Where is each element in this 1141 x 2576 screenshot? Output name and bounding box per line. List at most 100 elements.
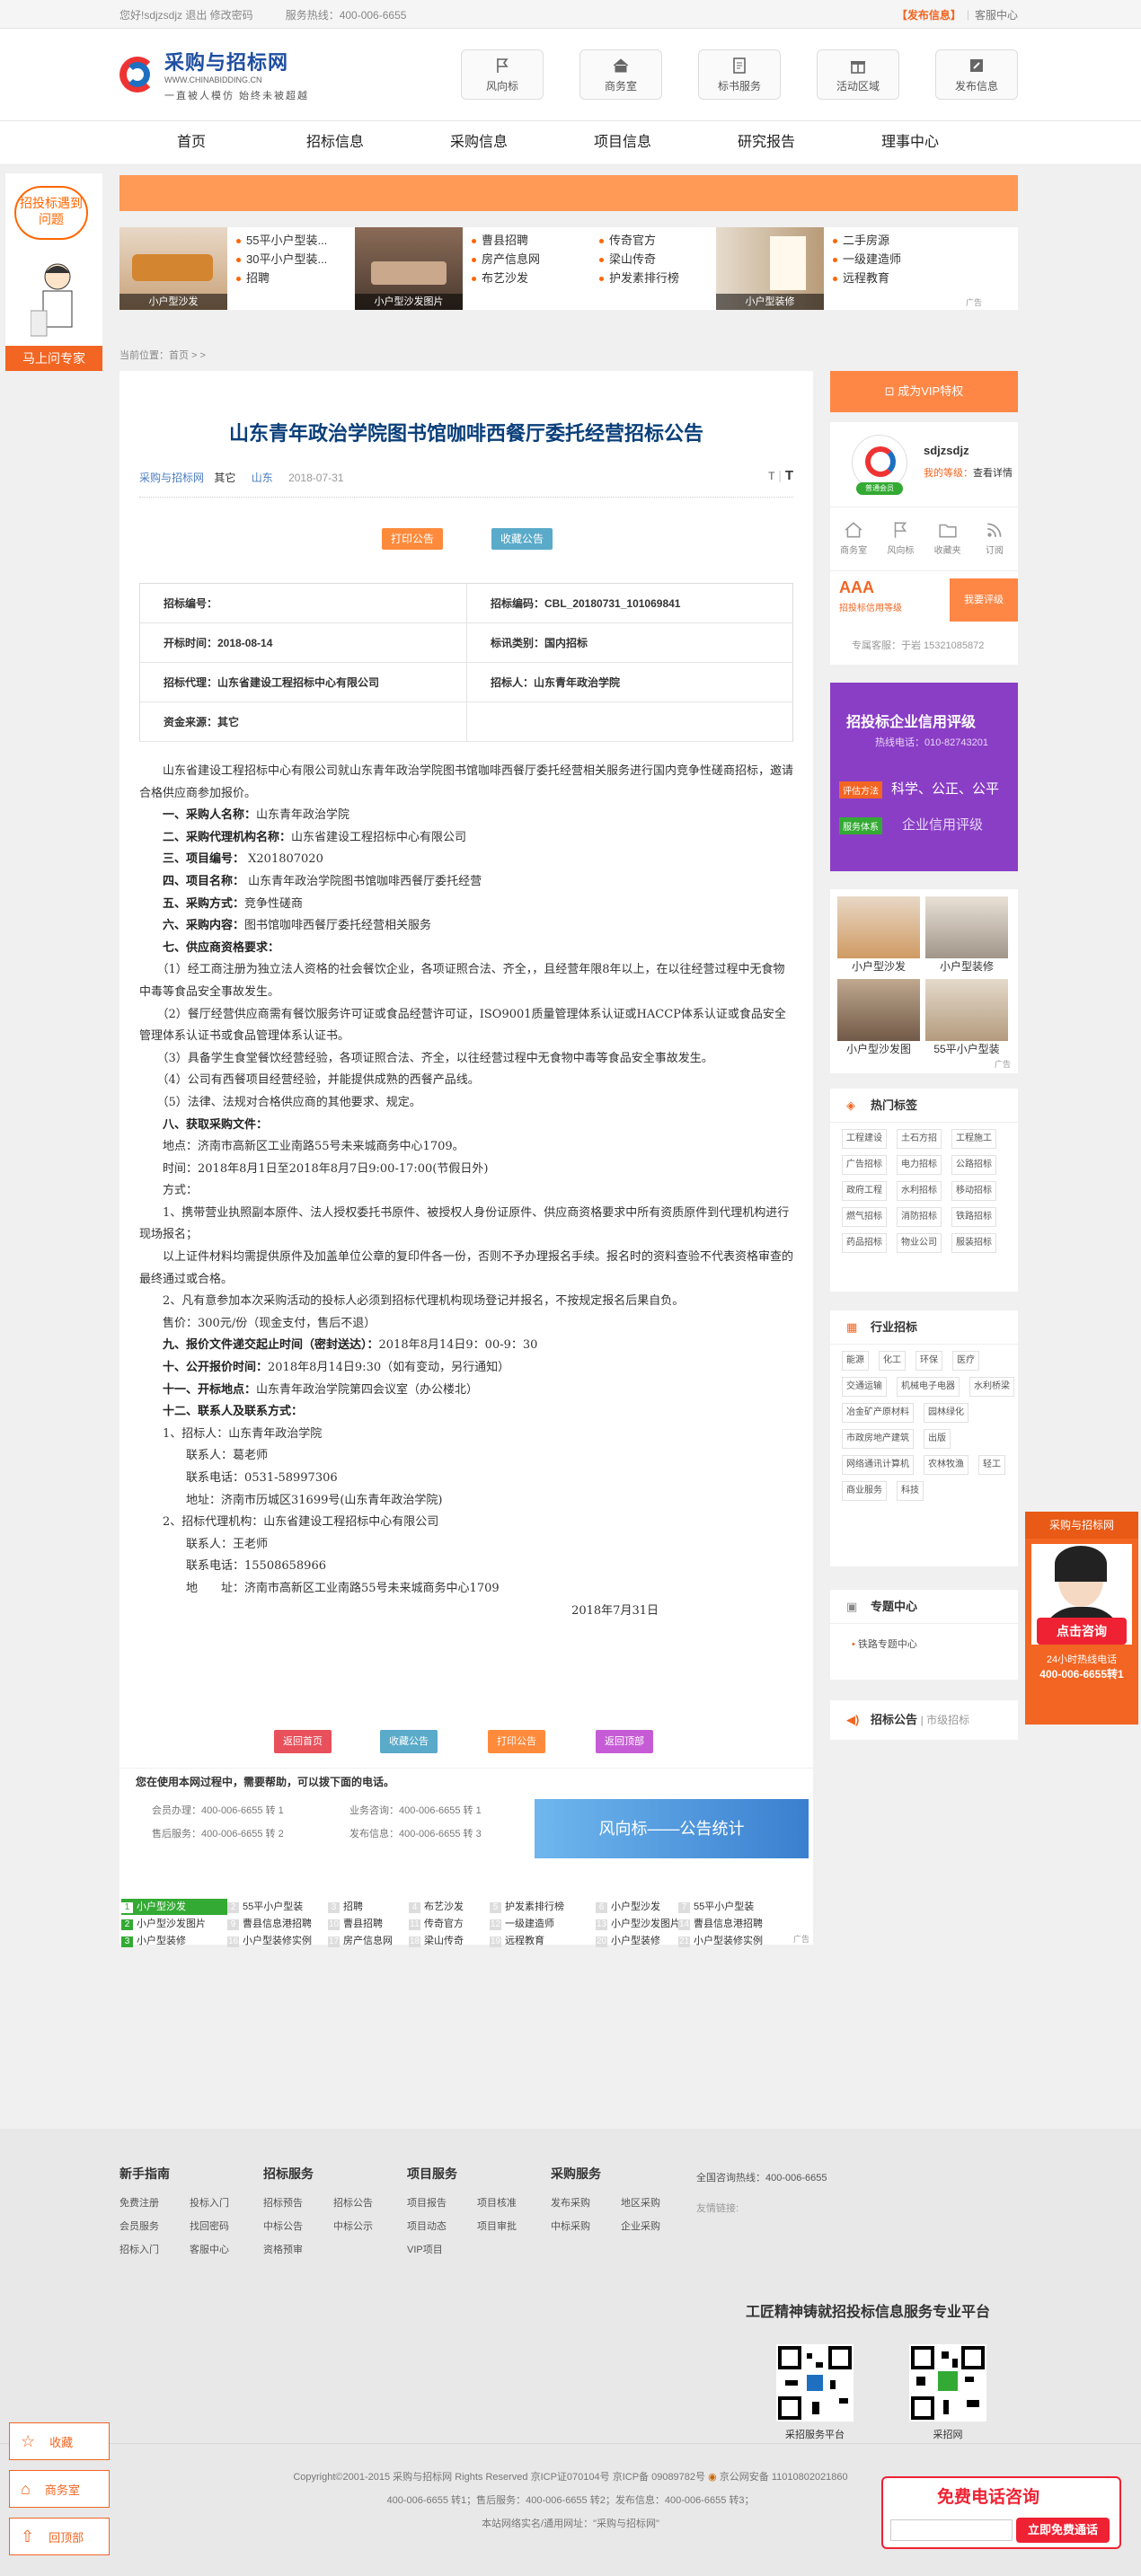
tag-link[interactable]: 科技 [897, 1481, 924, 1501]
tag-link[interactable]: 农林牧渔 [924, 1455, 969, 1475]
publish-link[interactable]: 【发布信息】 [897, 7, 961, 22]
footer-link[interactable]: 中标公告 [263, 2215, 333, 2238]
tag-link[interactable]: 移动招标 [951, 1181, 996, 1201]
tag-link[interactable]: 出版 [924, 1429, 951, 1449]
keyword-link[interactable]: 1 小户型沙发 [121, 1899, 227, 1915]
header-shangwushi-button[interactable]: 商务室 [579, 49, 662, 100]
ad-image-sofa-picture[interactable]: 小户型沙发图片 [355, 227, 463, 310]
keyword-link[interactable]: 10 曹县招聘 [328, 1916, 383, 1932]
tag-link[interactable]: 电力招标 [897, 1155, 942, 1175]
tag-link[interactable]: 水利招标 [897, 1181, 942, 1201]
footer-link[interactable]: 招标预告 [263, 2192, 333, 2215]
ad-link[interactable]: 二手房源 [833, 231, 986, 250]
favorite-float-button[interactable]: ☆ 收藏 [9, 2422, 110, 2460]
keyword-link[interactable]: 3 招聘 [328, 1899, 363, 1915]
footer-link[interactable]: 招标入门 [119, 2238, 190, 2262]
nav-xiangmu[interactable]: 项目信息 [551, 121, 694, 164]
favorite-bottom-button[interactable]: 收藏公告 [380, 1730, 438, 1753]
font-large-button[interactable]: T [785, 468, 793, 483]
footer-link[interactable]: 企业采购 [621, 2215, 691, 2238]
keyword-link[interactable]: 11 传奇官方 [409, 1916, 464, 1932]
ad-link[interactable]: 护发素排行榜 [599, 269, 716, 287]
font-small-button[interactable]: T [768, 470, 774, 482]
breadcrumb[interactable]: 当前位置：首页 > > [119, 348, 206, 362]
footer-link[interactable]: 发布采购 [551, 2192, 621, 2215]
tag-link[interactable]: 工程施工 [951, 1129, 996, 1149]
logo[interactable]: 采购与招标网 WWW.CHINABIDDING.CN 一直被人模仿 始终未被超越 [119, 47, 309, 102]
tag-link[interactable]: 广告招标 [842, 1155, 887, 1175]
footer-link[interactable]: 中标采购 [551, 2215, 621, 2238]
keyword-link[interactable]: 2 小户型沙发图片 [121, 1916, 206, 1932]
favorite-button[interactable]: 收藏公告 [491, 528, 553, 550]
keyword-link[interactable]: 6 小户型沙发 [596, 1899, 660, 1915]
nav-caigou[interactable]: 采购信息 [407, 121, 551, 164]
keyword-link[interactable]: 16 小户型装修实例 [227, 1933, 312, 1949]
tag-link[interactable]: 网络通讯计算机 [842, 1455, 914, 1475]
ad-image-decoration[interactable]: 小户型装修 [716, 227, 824, 310]
tag-link[interactable]: 政府工程 [842, 1181, 887, 1201]
tag-link[interactable]: 工程建设 [842, 1129, 887, 1149]
ad-image[interactable]: 小户型沙发图 [837, 979, 920, 1056]
ad-link[interactable]: 梁山传奇 [599, 250, 716, 269]
keyword-link[interactable]: 21 小户型装修实例 [678, 1933, 763, 1949]
tag-link[interactable]: 土石方招 [897, 1129, 942, 1149]
footer-link[interactable]: 会员服务 [119, 2215, 190, 2238]
back-top-button[interactable]: 返回顶部 [596, 1730, 653, 1753]
tag-link[interactable]: 物业公司 [897, 1233, 942, 1253]
ad-image[interactable]: 55平小户型装 [925, 979, 1008, 1056]
footer-link[interactable]: 地区采购 [621, 2192, 691, 2215]
ad-image[interactable]: 小户型沙发 [837, 896, 920, 974]
keyword-link[interactable]: 12 一级建造师 [490, 1916, 554, 1932]
top-banner[interactable] [119, 175, 1018, 211]
ad-link[interactable]: 房产信息网 [472, 250, 590, 269]
footer-link[interactable]: 免费注册 [119, 2192, 190, 2215]
print-bottom-button[interactable]: 打印公告 [488, 1730, 545, 1753]
footer-link[interactable]: 项目审批 [477, 2215, 547, 2238]
header-publish-button[interactable]: 发布信息 [935, 49, 1018, 100]
ad-link[interactable]: 30平小户型装... [236, 250, 355, 269]
keyword-link[interactable]: 2 55平小户型装 [227, 1899, 303, 1915]
user-menu-flag[interactable]: 风向标 [877, 507, 924, 570]
tag-link[interactable]: 商业服务 [842, 1481, 887, 1501]
keyword-link[interactable]: 9 曹县信息港招聘 [227, 1916, 312, 1932]
tag-link[interactable]: 化工 [879, 1351, 906, 1371]
ad-link[interactable]: 一级建造师 [833, 250, 986, 269]
user-menu-favorites[interactable]: 收藏夹 [924, 507, 971, 570]
ad-link[interactable]: 远程教育 [833, 269, 986, 287]
tag-link[interactable]: 环保 [915, 1351, 942, 1371]
ad-image[interactable]: 小户型装修 [925, 896, 1008, 974]
keyword-link[interactable]: 17 房产信息网 [328, 1933, 393, 1949]
ad-link[interactable]: 招聘 [236, 269, 355, 287]
keyword-link[interactable]: 5 护发素排行榜 [490, 1899, 564, 1915]
nav-lishi[interactable]: 理事中心 [838, 121, 982, 164]
nav-home[interactable]: 首页 [119, 121, 263, 164]
tag-link[interactable]: 消防招标 [897, 1207, 942, 1227]
region-link[interactable]: 山东 [252, 472, 273, 484]
consult-button[interactable]: 点击咨询 [1037, 1618, 1127, 1645]
nav-yanjiu[interactable]: 研究报告 [694, 121, 838, 164]
vip-button[interactable]: ⊡ 成为VIP特权 [830, 371, 1018, 412]
tag-link[interactable]: 市政房地产建筑 [842, 1429, 914, 1449]
special-link[interactable]: 铁路专题中心 [858, 1639, 917, 1650]
back-home-button[interactable]: 返回首页 [274, 1730, 332, 1753]
tag-link[interactable]: 交通运输 [842, 1377, 887, 1397]
view-detail-link[interactable]: 查看详情 [973, 468, 1013, 479]
tag-link[interactable]: 药品招标 [842, 1233, 887, 1253]
service-center-link[interactable]: 客服中心 [975, 7, 1018, 22]
footer-link[interactable]: 客服中心 [190, 2238, 260, 2262]
footer-link[interactable]: 投标入门 [190, 2192, 260, 2215]
footer-link[interactable]: 项目动态 [407, 2215, 477, 2238]
keyword-link[interactable]: 19 远程教育 [490, 1933, 544, 1949]
keyword-link[interactable]: 18 梁山传奇 [409, 1933, 464, 1949]
phone-input[interactable] [890, 2519, 1013, 2541]
footer-link[interactable]: 项目核准 [477, 2192, 547, 2215]
footer-link[interactable]: 资格预审 [263, 2238, 333, 2262]
tag-link[interactable]: 园林绿化 [924, 1403, 969, 1423]
tag-link[interactable]: 服装招标 [951, 1233, 996, 1253]
print-button[interactable]: 打印公告 [382, 528, 444, 550]
tag-link[interactable]: 燃气招标 [842, 1207, 887, 1227]
footer-link[interactable]: VIP项目 [407, 2238, 477, 2262]
footer-link[interactable]: 找回密码 [190, 2215, 260, 2238]
ad-link[interactable]: 传奇官方 [599, 231, 716, 250]
tag-link[interactable]: 医疗 [952, 1351, 979, 1371]
